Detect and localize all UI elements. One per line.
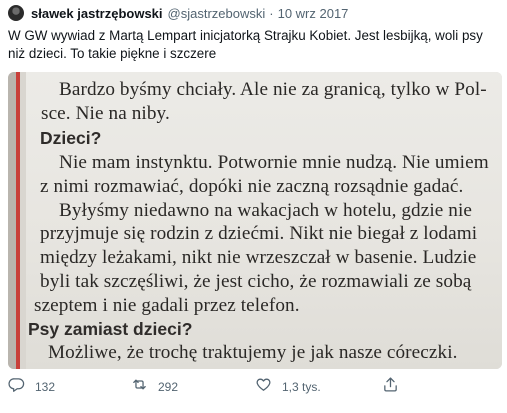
like-button[interactable]: 1,3 tys. [255,377,321,397]
share-icon [382,376,399,398]
clipping-subheading: Psy zamiast dzieci? [28,319,193,339]
clipping-line: byli tak szczęśliwi, że jest cicho, że r… [40,271,472,292]
clipping-line: z nimi rozmawiać, dopóki nie zaczną rozs… [40,176,464,197]
reply-count: 132 [35,380,56,394]
reply-button[interactable]: 132 [8,377,55,397]
clipping-line: sce. Nie na niby. [41,103,170,124]
retweet-count: 292 [158,380,179,394]
author-handle[interactable]: @sjastrzebowski [168,6,266,21]
clipping-line: szeptem i nie gadali przez telefon. [34,295,300,316]
clipping-line: Możliwe, że trochę traktujemy je jak nas… [48,342,458,363]
avatar[interactable] [8,5,24,21]
clipping-line: Bardzo byśmy chciały. Ale nie za granicą… [59,79,487,100]
page-edge [8,72,16,369]
tweet-text: W GW wywiad z Martą Lempart inicjatorką … [8,28,483,61]
clipping-line: między leżakami, nikt nie wrzeszczał w b… [40,247,477,268]
author-name[interactable]: sławek jastrzębowski [31,6,163,21]
tweet-header: sławek jastrzębowski @sjastrzebowski · 1… [8,4,348,22]
tweet-actions: 132 292 1,3 tys. [8,377,498,397]
clipping-line: przyjmuje się rodzin z dziećmi. Nikt nie… [40,223,478,244]
clipping-line: Nie mam instynktu. Potwornie mnie nudzą.… [59,152,489,173]
tweet: sławek jastrzębowski @sjastrzebowski · 1… [0,0,507,413]
retweet-button[interactable]: 292 [131,377,178,397]
retweet-icon [131,376,148,398]
reply-icon [8,376,25,398]
tweet-date[interactable]: 10 wrz 2017 [278,6,349,21]
newspaper-clipping: Bardzo byśmy chciały. Ale nie za granicą… [26,72,502,369]
margin-line [16,72,20,369]
clipping-subheading: Dzieci? [40,128,102,148]
tweet-photo[interactable]: Bardzo byśmy chciały. Ale nie za granicą… [8,72,502,369]
clipping-line: Byłyśmy niedawno na wakacjach w hotelu, … [59,200,473,221]
like-count: 1,3 tys. [282,380,321,394]
share-button[interactable] [382,377,399,397]
heart-icon [255,376,272,398]
separator-dot: · [269,5,274,21]
